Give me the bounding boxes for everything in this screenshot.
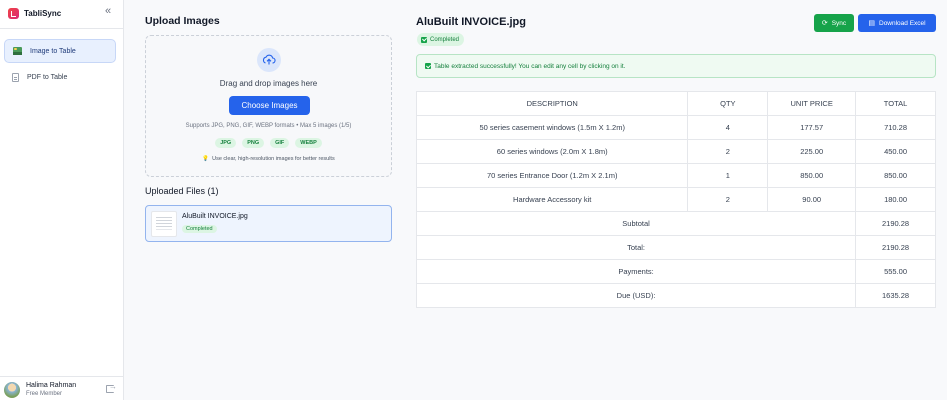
summary-row: Subtotal 2190.28 [415,211,936,236]
file-icon: ▤ [868,20,875,27]
table-header-row: DESCRIPTION QTY UNIT PRICE TOTAL [415,91,936,116]
format-badge: GIF [270,138,290,148]
sync-icon: ⟳ [821,20,828,27]
table-cell[interactable]: 2 [687,187,769,212]
summary-label[interactable]: Due (USD): [415,283,857,308]
format-badge: JPG [215,138,237,148]
summary-label[interactable]: Payments: [415,259,857,284]
tablisync-logo-icon [8,7,19,19]
app-name: TabliSync [24,8,62,18]
summary-row: Payments: 555.00 [415,259,936,284]
status-badge: Completed [417,33,465,46]
user-name: Halima Rahman [26,382,77,389]
sidebar-item-pdf-to-table[interactable]: PDF to Table [4,65,116,89]
summary-value[interactable]: 2190.28 [855,235,936,260]
table-cell[interactable]: 450.00 [855,139,936,164]
table-cell[interactable]: 50 series casement windows (1.5m X 1.2m) [415,115,689,140]
success-text: Table extracted successfully! You can ed… [434,62,626,70]
table-cell[interactable]: 2 [687,139,769,164]
check-icon [421,36,427,43]
sync-label: Sync [831,19,847,27]
table-cell[interactable]: 4 [687,115,769,140]
format-badge: WEBP [295,138,322,148]
status-label: Completed [430,36,460,43]
uploaded-file-card[interactable]: AluBuilt INVOICE.jpg Completed [145,205,392,242]
header-description[interactable]: DESCRIPTION [415,91,689,116]
drop-text: Drag and drop images here [219,79,318,88]
summary-row: Total: 2190.28 [415,235,936,260]
header-unit-price[interactable]: UNIT PRICE [767,91,857,116]
table-cell[interactable]: 850.00 [855,163,936,188]
success-message: Table extracted successfully! You can ed… [416,54,936,78]
check-icon [425,63,431,69]
brand[interactable]: TabliSync [8,6,61,20]
table-cell[interactable]: 710.28 [855,115,936,140]
table-cell[interactable]: 90.00 [767,187,857,212]
image-icon [13,47,22,55]
format-badge: PNG [242,138,265,148]
file-status-badge: Completed [182,225,217,233]
table-cell[interactable]: 70 series Entrance Door (1.2m X 2.1m) [415,163,689,188]
table-cell[interactable]: 850.00 [767,163,857,188]
file-name: AluBuilt INVOICE.jpg [182,213,248,220]
summary-value[interactable]: 1635.28 [855,283,936,308]
extracted-table: DESCRIPTION QTY UNIT PRICE TOTAL 50 seri… [415,91,936,308]
table-cell[interactable]: 1 [687,163,769,188]
table-cell[interactable]: 225.00 [767,139,857,164]
lightbulb-icon: 💡 [202,156,210,162]
table-cell[interactable]: Hardware Accessory kit [415,187,689,212]
summary-label[interactable]: Subtotal [415,211,857,236]
header-total[interactable]: TOTAL [855,91,936,116]
sidebar: TabliSync « Image to Table PDF to Table … [0,0,124,400]
table-row: Hardware Accessory kit 2 90.00 180.00 [415,187,936,212]
image-dropzone[interactable]: Drag and drop images here Choose Images … [145,35,392,177]
sidebar-item-image-to-table[interactable]: Image to Table [4,39,116,63]
supported-formats-text: Supports JPG, PNG, GIF, WEBP formats • M… [185,123,352,129]
summary-row: Due (USD): 1635.28 [415,283,936,308]
pdf-icon [12,72,19,82]
table-cell[interactable]: 177.57 [767,115,857,140]
user-profile[interactable]: Halima Rahman Free Member [0,376,124,400]
table-row: 60 series windows (2.0m X 1.8m) 2 225.00… [415,139,936,164]
sidebar-divider [0,28,124,29]
tip-text: Use clear, high-resolution images for be… [212,156,335,162]
sidebar-item-label: PDF to Table [27,73,68,81]
download-label: Download Excel [879,19,926,27]
sync-button[interactable]: ⟳ Sync [814,14,854,32]
upload-tip: 💡 Use clear, high-resolution images for b… [146,156,391,162]
avatar [4,382,20,398]
table-cell[interactable]: 60 series windows (2.0m X 1.8m) [415,139,689,164]
summary-value[interactable]: 555.00 [855,259,936,284]
choose-images-button[interactable]: Choose Images [229,96,310,115]
header-qty[interactable]: QTY [687,91,769,116]
sidebar-item-label: Image to Table [30,47,76,55]
collapse-sidebar-icon[interactable]: « [101,4,115,18]
table-cell[interactable]: 180.00 [855,187,936,212]
table-row: 70 series Entrance Door (1.2m X 2.1m) 1 … [415,163,936,188]
upload-cloud-icon [257,48,281,72]
uploaded-files-title: Uploaded Files (1) [145,186,219,196]
file-thumbnail [151,211,177,237]
download-excel-button[interactable]: ▤ Download Excel [858,14,936,32]
result-title: AluBuilt INVOICE.jpg [416,16,526,28]
upload-title: Upload Images [145,15,220,27]
summary-value[interactable]: 2190.28 [855,211,936,236]
logout-icon[interactable] [106,382,117,393]
format-badges: JPG PNG GIF WEBP [146,138,391,148]
user-role: Free Member [26,391,63,397]
summary-label[interactable]: Total: [415,235,857,260]
table-row: 50 series casement windows (1.5m X 1.2m)… [415,115,936,140]
